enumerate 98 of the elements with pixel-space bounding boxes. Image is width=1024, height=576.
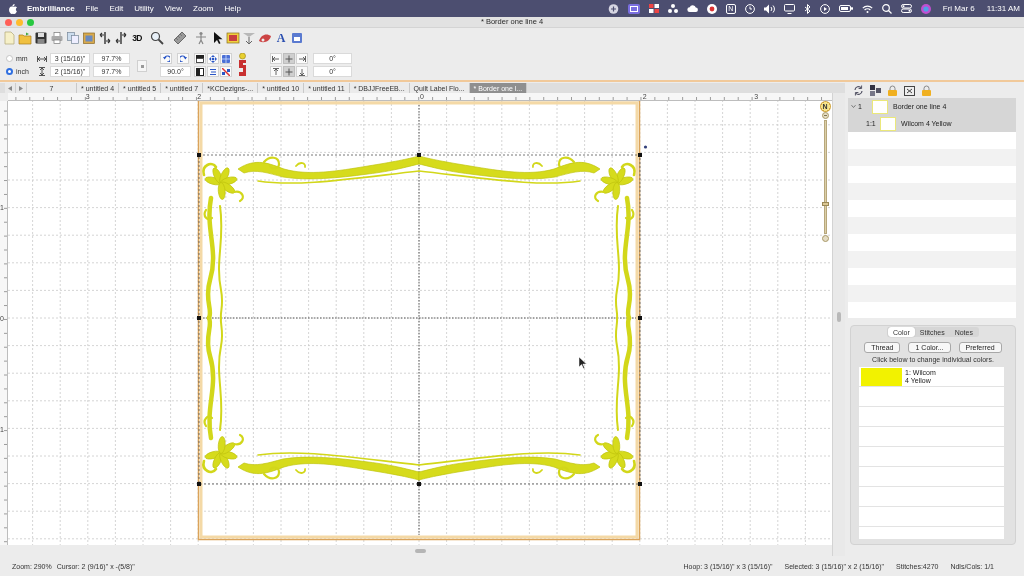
radio-button[interactable] — [6, 68, 13, 75]
crossed-box-icon[interactable] — [904, 84, 915, 96]
dots-icon[interactable] — [667, 4, 678, 13]
align-right-icon — [298, 54, 306, 63]
bluetooth-icon[interactable] — [803, 3, 811, 14]
next-tab-button[interactable] — [16, 83, 27, 93]
anchor-button[interactable] — [270, 66, 282, 77]
rotate-left-button[interactable] — [160, 53, 172, 64]
selection-handle[interactable] — [638, 153, 642, 157]
arrange-button[interactable] — [207, 53, 219, 64]
width-arrows-icon — [37, 55, 47, 62]
orb-icon[interactable] — [920, 3, 931, 14]
arrange-button[interactable] — [207, 66, 219, 77]
menu-item[interactable]: View — [159, 4, 188, 13]
four-arrows-icon — [209, 54, 217, 63]
design-thumbnail — [872, 99, 888, 114]
menu-item[interactable]: File — [80, 4, 104, 13]
selection-handle[interactable] — [638, 316, 642, 320]
arrange-button[interactable] — [194, 53, 206, 64]
toggles-icon[interactable] — [900, 4, 912, 13]
arrange-button[interactable] — [194, 66, 206, 77]
radio-button[interactable] — [6, 55, 13, 62]
menu-bar-clock: 11:31 AM — [986, 4, 1020, 13]
cross-icon — [285, 67, 293, 76]
curved-arrow-right-icon — [179, 55, 187, 62]
play-icon[interactable] — [819, 3, 830, 14]
zoom-slider-thumb[interactable] — [821, 201, 829, 206]
flip-arrows-icon[interactable] — [114, 31, 128, 45]
padlock-icon[interactable] — [887, 84, 898, 96]
3d-view-button[interactable]: 3D — [132, 33, 142, 43]
proportion-lock-button[interactable] — [137, 60, 147, 72]
selection-handle[interactable] — [197, 482, 201, 486]
menu-bar-date: Fri Mar 6 — [942, 4, 975, 13]
grid-square-icon — [222, 54, 230, 63]
tiles-icon[interactable] — [648, 4, 659, 13]
flip-arrows-icon[interactable] — [98, 31, 112, 45]
previous-tab-button[interactable] — [5, 83, 16, 93]
wifi-icon[interactable] — [861, 4, 873, 13]
close-window-button[interactable] — [5, 18, 12, 26]
top-bar-icon — [196, 54, 204, 63]
battery-icon[interactable] — [838, 5, 853, 12]
curved-arrow-left-icon — [162, 55, 170, 62]
align-top-icon — [272, 67, 280, 76]
arrange-button[interactable] — [220, 66, 232, 77]
selection-handle[interactable] — [197, 153, 201, 157]
window-icon[interactable] — [290, 31, 304, 45]
figure-with-ball-icon[interactable] — [237, 53, 248, 77]
menu-item[interactable]: Zoom — [187, 4, 219, 13]
dot-icon — [643, 145, 648, 149]
app-menu[interactable]: Embrilliance — [17, 4, 81, 13]
magnifier-icon[interactable] — [150, 31, 164, 45]
cloud-icon[interactable] — [686, 5, 698, 12]
height-arrows-icon — [39, 67, 45, 76]
half-square-icon — [196, 67, 204, 76]
anchor-button[interactable] — [283, 53, 295, 64]
triangle-left-icon — [8, 85, 12, 91]
color-swatch[interactable] — [861, 368, 902, 386]
plus-circle-icon[interactable] — [607, 3, 619, 14]
mouse-pointer-icon — [578, 356, 587, 369]
padlock-icon[interactable] — [921, 84, 932, 96]
anchor-button[interactable] — [296, 53, 308, 64]
scrollbar-thumb[interactable] — [414, 548, 426, 553]
anchor-button[interactable] — [270, 53, 282, 64]
rotate-right-button[interactable] — [177, 53, 189, 64]
menu-item[interactable]: Edit — [103, 4, 129, 13]
selection-handle[interactable] — [417, 482, 421, 486]
blocks-icon[interactable] — [870, 84, 881, 96]
leaf-icon[interactable] — [258, 31, 272, 45]
anchor-button[interactable] — [283, 66, 295, 77]
display-icon[interactable] — [783, 3, 795, 14]
ruler-icon[interactable] — [173, 31, 187, 45]
lines-icon — [209, 67, 217, 76]
align-left-icon — [272, 54, 280, 63]
cycle-arrows-icon[interactable] — [853, 84, 864, 96]
minus-circle-icon[interactable] — [821, 112, 829, 119]
apple-icon — [9, 3, 17, 14]
speaker-icon[interactable] — [763, 3, 775, 14]
triangle-right-icon — [19, 85, 23, 91]
screen-icon[interactable] — [627, 3, 640, 14]
selection-handle[interactable] — [417, 153, 421, 157]
menu-item[interactable]: Utility — [128, 4, 160, 13]
chevron-down-icon[interactable] — [851, 104, 856, 109]
search-icon[interactable] — [881, 3, 892, 14]
anchor-button[interactable] — [296, 66, 308, 77]
small-square-icon — [140, 64, 144, 68]
diagonal-split-icon — [222, 67, 230, 76]
framed-picture-icon[interactable] — [226, 31, 240, 45]
cross-icon — [285, 54, 293, 63]
design-thumbnail — [880, 116, 896, 131]
tray-arrow-icon[interactable] — [242, 31, 256, 45]
selection-handle[interactable] — [197, 316, 201, 320]
clock-icon[interactable] — [744, 3, 755, 14]
text-tool-button[interactable]: A — [276, 32, 286, 44]
splitter-handle[interactable] — [837, 312, 841, 322]
menu-item[interactable]: Help — [219, 4, 247, 13]
align-bottom-icon — [298, 67, 306, 76]
selection-handle[interactable] — [638, 482, 642, 486]
target-icon[interactable] — [706, 3, 717, 14]
